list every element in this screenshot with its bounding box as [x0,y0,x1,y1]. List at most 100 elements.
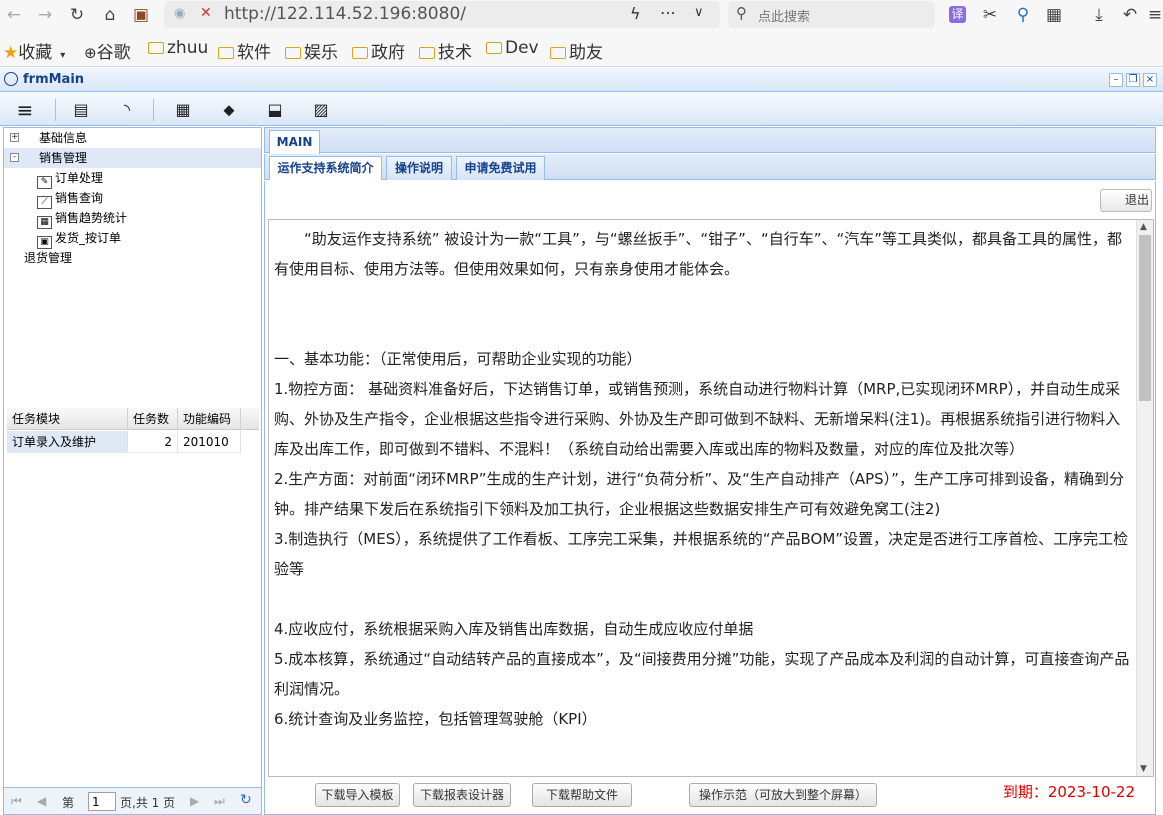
column-header[interactable]: 任务数 [128,408,178,430]
first-page-icon[interactable]: ⏮ [11,794,22,809]
bookmark-government[interactable]: 政府 [352,38,405,63]
vertical-scrollbar[interactable]: ▲ ▼ [1136,220,1153,776]
download-report-designer-button[interactable]: 下载报表设计器 [413,783,511,807]
doc-blank-line [274,314,1132,344]
content-area: 退出 “助友运作支持系统” 被设计为一款“工具”，与“螺丝扳手”、“钳子”、“自… [264,181,1156,815]
chevron-down-icon[interactable]: ∨ [694,5,704,20]
page-prefix: 第 [62,796,75,810]
page-number-input[interactable] [88,792,116,811]
bookmark-zhuu[interactable]: zhuu [148,38,208,58]
search-input[interactable]: ⚲ 点此搜索 [728,1,935,28]
tree-label: 销售趋势统计 [55,211,128,225]
scroll-down-icon[interactable]: ▼ [1140,764,1147,774]
bookmark-zhuyou[interactable]: 助友 [550,38,603,63]
translate-icon[interactable]: 译 [949,6,966,23]
folder-icon[interactable]: ▤ [70,99,92,121]
close-icon[interactable]: × [1143,73,1157,87]
menu-icon[interactable]: ≡ [1145,5,1163,25]
caret-down-icon: ▾ [60,50,66,61]
bookmark-software[interactable]: 软件 [218,38,271,63]
tab-operation-guide[interactable]: 操作说明 [386,156,452,180]
cell-code[interactable]: 201010 [178,431,241,453]
column-header[interactable]: 功能编码 [178,408,241,430]
minimize-icon[interactable]: – [1109,73,1123,87]
tree-node-order-processing[interactable]: ✎ 订单处理 [4,168,261,189]
back-icon[interactable]: ← [4,5,24,25]
lightning-icon[interactable]: ϟ [630,4,641,23]
address-bar[interactable]: ◉ ✕ http://122.114.52.196:8080/ ϟ ⋯ ∨ [164,1,720,28]
cell-module[interactable]: 订单录入及维护 [7,431,128,453]
insecure-lock-icon[interactable]: ✕ [200,5,212,21]
url-text[interactable]: http://122.114.52.196:8080/ [224,4,466,24]
last-page-icon[interactable]: ⏭ [214,794,225,809]
folder-icon [285,47,301,59]
folder-icon [352,47,368,59]
next-page-icon[interactable]: ▶ [190,794,199,808]
home-icon[interactable]: ⌂ [100,5,120,25]
reload-icon[interactable]: ↻ [67,5,87,25]
magnifier-icon[interactable]: ⚲ [1013,5,1033,25]
tree-label: 发货_按订单 [55,231,122,245]
favorites-label: 收藏 [18,43,53,63]
tree-node-returns[interactable]: 退货管理 [4,248,261,268]
bookmark-label: 技术 [438,43,472,63]
doc-paragraph: 2.生产方面：对前面“闭环MRP”生成的生产计划，进行“负荷分析”、及“生产自动… [274,470,1124,518]
tab-main[interactable]: MAIN [269,130,320,154]
scroll-thumb[interactable] [1139,235,1151,401]
doc-blank-line [274,284,1132,314]
intro-document[interactable]: “助友运作支持系统” 被设计为一款“工具”，与“螺丝扳手”、“钳子”、“自行车”… [268,219,1154,777]
doc-paragraph: 3.制造执行（MES），系统提供了工作看板、工序完工采集，并根据系统的“产品BO… [274,530,1129,578]
cell-count[interactable]: 2 [128,431,178,453]
apps-grid-icon[interactable]: ▦ [1044,5,1064,25]
inbox-icon[interactable]: ⬓ [264,99,286,121]
bookmark-dev[interactable]: Dev [486,38,539,58]
table-row[interactable]: 订单录入及维护 2 201010 [7,431,259,453]
favorites-bookmark[interactable]: ★收藏 ▾ [3,38,65,63]
tree-node-sales-management[interactable]: - 销售管理 [4,148,261,168]
demo-fullscreen-button[interactable]: 操作示范（可放大到整个屏幕） [689,783,877,807]
restore-icon[interactable]: ❐ [1126,73,1140,87]
tree-node-ship-by-order[interactable]: ▣ 发货_按订单 [4,228,261,249]
forward-icon[interactable]: → [35,5,55,25]
column-header[interactable]: 任务模块 [7,408,128,430]
undo-icon[interactable]: ↶ [1120,5,1140,25]
scroll-up-icon[interactable]: ▲ [1140,222,1147,232]
tree-node-sales-query[interactable]: ⟋ 销售查询 [4,188,261,209]
bookmarks-bar: ★收藏 ▾ ⊕谷歌 zhuu 软件 娱乐 政府 技术 Dev 助友 [0,30,1163,67]
download-icon[interactable]: ⤓ [1089,5,1109,25]
bookmark-entertainment[interactable]: 娱乐 [285,38,338,63]
exit-button[interactable]: 退出 [1100,189,1152,212]
collapse-icon[interactable]: - [10,153,19,162]
bookmark-icon[interactable]: ⬥ [218,99,240,121]
bookmark-label: zhuu [167,38,209,58]
image-icon[interactable]: ▨ [310,99,332,121]
tab-system-intro[interactable]: 运作支持系统简介 [269,156,382,180]
hamburger-menu-icon[interactable]: ≡ [14,99,36,121]
bookmark-tech[interactable]: 技术 [419,38,472,63]
calendar-icon[interactable]: ▦ [172,99,194,121]
refresh-icon[interactable]: ↻ [240,792,252,808]
expand-icon[interactable]: + [10,133,19,142]
folder-icon [218,47,234,59]
search-icon: ⚲ [736,4,747,22]
doc-paragraph: 1.物控方面： 基础资料准备好后，下达销售订单，或销售预测，系统自动进行物料计算… [274,380,1121,458]
toolbar-divider [55,99,56,121]
download-template-button[interactable]: 下载导入模板 [315,783,400,807]
doc-paragraph: 一、基本功能：（正常使用后，可帮助企业实现的功能） [274,350,642,368]
prev-page-icon[interactable]: ◀ [37,794,46,808]
tree-node-sales-trend[interactable]: ▦ 销售趋势统计 [4,208,261,229]
rss-icon[interactable]: ◝ [116,99,138,121]
star-icon: ★ [3,43,19,63]
search-placeholder: 点此搜索 [758,10,811,25]
tree-label: 基础信息 [39,131,88,145]
more-icon[interactable]: ⋯ [660,3,676,22]
bookmark-label: 谷歌 [96,43,131,63]
tree-node-basic-info[interactable]: + 基础信息 [4,128,261,148]
scissors-icon[interactable]: ✂ [980,5,1000,25]
folder-icon [486,42,502,54]
tab-free-trial[interactable]: 申请免费试用 [456,156,545,180]
bookmark-label: 软件 [237,43,271,63]
download-help-button[interactable]: 下载帮助文件 [532,783,632,807]
briefcase-icon[interactable]: ▣ [131,5,151,25]
bookmark-google[interactable]: ⊕谷歌 [84,38,131,63]
